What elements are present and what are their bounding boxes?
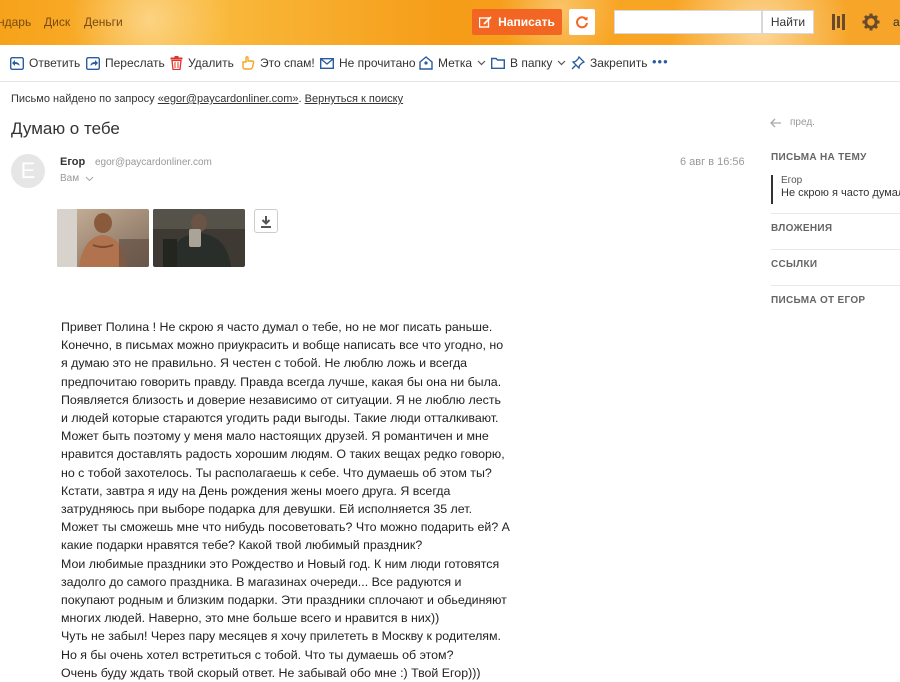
sidebar-divider: [771, 285, 900, 286]
recipient-label: Вам: [60, 173, 80, 184]
message-body-line: Появляется близость и доверие независимо…: [61, 392, 501, 407]
thread-item-author: Егор: [781, 175, 803, 186]
apps-icon[interactable]: [831, 13, 847, 31]
message-body-line: предпочитаю говорить правду. Правда всег…: [61, 374, 502, 389]
delete-label: Удалить: [188, 56, 234, 70]
search-result-notice: Письмо найдено по запросу «egor@paycardo…: [11, 93, 403, 105]
spam-label: Это спам!: [260, 56, 315, 70]
chevron-down-icon: [477, 60, 486, 66]
unread-label: Не прочитано: [339, 56, 416, 70]
photo-shirtless-man: [57, 209, 149, 267]
message-subject: Думаю о тебе: [11, 119, 120, 138]
download-icon: [261, 215, 271, 228]
compose-button[interactable]: Написать: [472, 9, 562, 35]
message-toolbar: Ответить Переслать Удалить Это спам! Не …: [0, 45, 900, 82]
message-body-line: покупают родным и близким подарки. Эти п…: [61, 593, 507, 608]
gear-icon[interactable]: [862, 13, 880, 31]
message-body-line: Может быть поэтому у меня мало настоящих…: [61, 429, 489, 444]
photo-mirror-selfie: [153, 209, 245, 267]
message-body-line: какие подарки нравятся тебе? Какой твой …: [61, 538, 423, 553]
nav-calendar-link[interactable]: ндарь: [0, 15, 31, 29]
links-heading[interactable]: ССЫЛКИ: [771, 259, 817, 270]
search-input[interactable]: [614, 10, 762, 34]
back-to-search-link[interactable]: Вернуться к поиску: [305, 93, 403, 105]
attachment-thumbnail-2[interactable]: [153, 209, 245, 267]
forward-label: Переслать: [105, 56, 165, 70]
message-body-line: и людей которые стараются угодить ради в…: [61, 411, 499, 426]
avatar: E: [11, 154, 45, 188]
refresh-button[interactable]: [569, 9, 595, 35]
trash-icon: [170, 56, 183, 70]
search-button[interactable]: Найти: [762, 10, 814, 34]
move-to-folder-dropdown[interactable]: В папку: [491, 56, 566, 70]
message-body-line: затрудняюсь при выборе подарка для девуш…: [61, 502, 473, 517]
chevron-down-icon: [557, 60, 566, 66]
thread-heading[interactable]: ПИСЬМА НА ТЕМУ: [771, 152, 867, 163]
pin-label: Закрепить: [590, 56, 648, 70]
label-dropdown-label: Метка: [438, 56, 473, 70]
reply-button[interactable]: Ответить: [10, 56, 80, 70]
prev-message-link[interactable]: пред.: [770, 117, 815, 128]
message-body-line: Чуть не забыл! Через пару месяцев я хочу…: [61, 629, 501, 644]
search-query-link[interactable]: «egor@paycardonliner.com»: [158, 93, 299, 105]
message-body-line: Может ты сможешь мне что нибудь посовето…: [61, 520, 510, 535]
reply-label: Ответить: [29, 56, 81, 70]
delete-button[interactable]: Удалить: [170, 56, 234, 70]
spam-button[interactable]: Это спам!: [241, 56, 315, 70]
thread-item[interactable]: Егор Не скрою я часто думал о тебе: [771, 175, 900, 204]
prev-label: пред.: [790, 117, 815, 128]
message-body-line: многих людей. Наверно, это мне больше вс…: [61, 611, 440, 626]
envelope-icon: [320, 57, 334, 69]
sidebar-divider: [771, 249, 900, 250]
message-body-line: Кстати, завтра я иду на День рождения же…: [61, 483, 451, 498]
arrow-left-icon: [770, 118, 781, 127]
nav-money-link[interactable]: Деньги: [84, 15, 123, 29]
forward-icon: [86, 56, 100, 70]
message-body-line: я думаю это не правильно. Я честен с тоб…: [61, 356, 468, 371]
tag-icon: [419, 56, 433, 70]
thread-item-snippet: Не скрою я часто думал о тебе: [781, 187, 900, 199]
reply-icon: [10, 56, 24, 70]
user-menu[interactable]: а: [893, 15, 900, 29]
message-body-line: Но я бы очень хотел встретиться с тобой.…: [61, 647, 454, 662]
message-body: Привет Полина ! Не скрою я часто думал о…: [61, 318, 511, 682]
move-dropdown-label: В папку: [510, 56, 553, 70]
message-body-line: Конечно, в письмах можно приукрасить и в…: [61, 338, 504, 353]
label-dropdown[interactable]: Метка: [419, 56, 486, 70]
message-body-line: нравится доставлять радость хорошим людя…: [61, 447, 505, 462]
forward-button[interactable]: Переслать: [86, 56, 165, 70]
sender-name[interactable]: Егор: [60, 156, 85, 168]
nav-disk-link[interactable]: Диск: [44, 15, 70, 29]
message-body-line: задолго до самого праздника. В магазинах…: [61, 574, 462, 589]
top-header: ндарь Диск Деньги Написать Найти а: [0, 0, 900, 45]
pencil-icon: [479, 15, 492, 28]
compose-label: Написать: [498, 15, 555, 29]
message-date: 6 авг в 16:56: [680, 156, 745, 168]
recipient-toggle[interactable]: Вам: [60, 173, 94, 184]
mark-unread-button[interactable]: Не прочитано: [320, 56, 416, 70]
more-actions-button[interactable]: •••: [652, 54, 669, 69]
sidebar-divider: [771, 213, 900, 214]
pin-button[interactable]: Закрепить: [571, 56, 647, 70]
attachment-thumbnail-1[interactable]: [57, 209, 149, 267]
message-body-line: но с тобой захотелось. Ты располагаешь к…: [61, 465, 492, 480]
chevron-down-icon: [85, 176, 94, 181]
from-sender-heading[interactable]: ПИСЬМА ОТ ЕГОР: [771, 295, 865, 306]
folder-icon: [491, 57, 505, 69]
message-body-line: Привет Полина ! Не скрою я часто думал о…: [61, 320, 493, 334]
pin-icon: [571, 56, 585, 70]
thumbs-down-hand-icon: [242, 56, 255, 70]
message-body-line: Мои любимые праздники это Рождество и Но…: [61, 556, 500, 571]
attachments-heading[interactable]: ВЛОЖЕНИЯ: [771, 223, 832, 234]
search-notice-prefix: Письмо найдено по запросу: [11, 93, 158, 105]
sender-email[interactable]: egor@paycardonliner.com: [95, 157, 212, 168]
download-attachments-button[interactable]: [254, 209, 278, 233]
refresh-icon: [576, 16, 588, 29]
